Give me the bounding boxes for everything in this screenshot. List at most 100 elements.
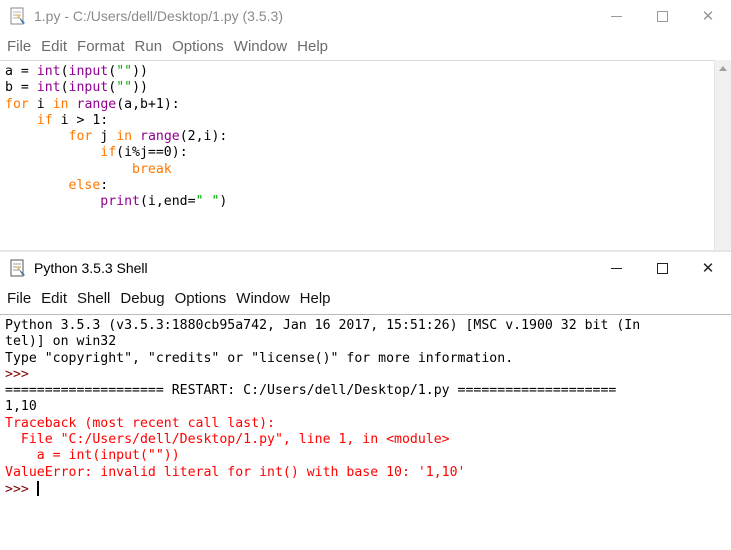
code-token: (2,i): [179,129,228,145]
shell-token: tel)] on win32 [5,334,117,350]
text-cursor [36,480,39,496]
shell-maximize-button[interactable] [639,252,685,284]
code-token: int [36,64,61,79]
python-shell-icon [8,258,28,278]
editor-menu-run[interactable]: Run [130,38,168,55]
shell-menu-window[interactable]: Window [231,290,294,307]
close-icon: ✕ [701,6,715,25]
editor-menu-file[interactable]: File [2,38,36,55]
shell-window: Python 3.5.3 Shell ✕ File Edit Shell Deb… [0,252,731,550]
code-token: in [116,129,133,145]
code-token: "" [116,80,133,96]
code-line: print(i,end=" ") [5,194,227,210]
editor-titlebar[interactable]: 1.py - C:/Users/dell/Desktop/1.py (3.5.3… [0,0,731,32]
code-line: b = int(input("")) [5,80,227,96]
code-token: (i,end= [139,194,196,210]
code-token: ) [219,194,228,210]
code-token: break [132,161,172,177]
shell-menu-debug[interactable]: Debug [115,290,169,307]
code-line: for j in range(2,i): [5,129,228,145]
code-token: ( [60,64,69,79]
code-line: if i > 1: [5,113,227,129]
shell-menu-shell[interactable]: Shell [72,290,115,307]
shell-line: 1,10 [5,399,640,415]
editor-minimize-button[interactable] [593,0,639,32]
code-token: if [100,145,117,161]
shell-line: tel)] on win32 [5,334,640,350]
shell-menu-file[interactable]: File [2,290,36,307]
code-token: : [100,178,109,194]
code-token: )) [132,64,148,79]
shell-line: File "C:/Users/dell/Desktop/1.py", line … [5,432,640,448]
code-token: (a,b+1): [116,96,180,112]
code-token: (i%j==0): [116,145,188,161]
code-token: " " [195,194,220,210]
shell-titlebar[interactable]: Python 3.5.3 Shell ✕ [0,252,731,284]
code-token: input [68,64,109,79]
shell-line: ValueError: invalid literal for int() wi… [5,465,640,481]
editor-maximize-button[interactable] [639,0,685,32]
shell-token: >>> [5,366,37,382]
shell-text-area[interactable]: Python 3.5.3 (v3.5.3:1880cb95a742, Jan 1… [0,314,731,550]
code-token: print [100,194,140,210]
editor-vertical-scrollbar[interactable] [714,60,731,250]
code-token: "" [116,64,133,79]
maximize-icon [656,262,668,274]
code-line: a = int(input("")) [5,64,227,80]
close-icon: ✕ [701,258,715,277]
editor-text-area[interactable]: a = int(input("")) b = int(input("")) for … [0,60,731,250]
editor-code[interactable]: a = int(input("")) b = int(input("")) for … [5,64,227,211]
minimize-icon [610,15,622,17]
code-token: i [28,96,53,112]
code-token: range [140,129,180,145]
editor-menu-help[interactable]: Help [292,38,333,55]
shell-line: Type "copyright", "credits" or "license(… [5,351,640,367]
editor-menu-window[interactable]: Window [229,38,292,55]
editor-menu-options[interactable]: Options [167,38,229,55]
shell-line: >>> [5,367,640,383]
code-token: for [5,96,29,112]
code-line: for i in range(a,b+1): [5,97,227,113]
shell-token: Python 3.5.3 (v3.5.3:1880cb95a742, Jan 1… [5,318,641,333]
shell-minimize-button[interactable] [593,252,639,284]
editor-window: 1.py - C:/Users/dell/Desktop/1.py (3.5.3… [0,0,731,250]
shell-title: Python 3.5.3 Shell [34,260,148,276]
shell-close-button[interactable]: ✕ [685,252,731,284]
code-token: input [68,80,109,96]
shell-menu-edit[interactable]: Edit [36,290,72,307]
code-token: ( [108,80,117,96]
code-token: else [68,178,101,194]
code-token: b = [5,80,37,96]
editor-close-button[interactable]: ✕ [685,0,731,32]
code-token: if [36,112,53,128]
shell-output[interactable]: Python 3.5.3 (v3.5.3:1880cb95a742, Jan 1… [5,318,640,498]
shell-menu-help[interactable]: Help [295,290,336,307]
code-token: ( [108,64,117,79]
code-token: j [92,129,117,145]
scroll-up-arrow-icon[interactable] [719,66,727,71]
code-line: if(i%j==0): [5,145,227,161]
shell-menubar: File Edit Shell Debug Options Window Hel… [0,284,731,312]
shell-line: >>> [5,480,640,498]
code-token: )) [132,80,148,96]
shell-token: 1,10 [5,399,37,415]
shell-token: Type "copyright", "credits" or "license(… [5,350,514,366]
shell-token: ValueError: invalid literal for int() wi… [5,464,466,480]
editor-menu-format[interactable]: Format [72,38,130,55]
code-token: int [36,80,61,96]
shell-token: File "C:/Users/dell/Desktop/1.py", line … [5,432,450,448]
code-token: for [68,129,93,145]
code-token: ( [60,80,69,96]
shell-token: Traceback (most recent call last): [5,415,275,431]
code-token: in [52,96,69,112]
shell-menu-options[interactable]: Options [170,290,232,307]
editor-title: 1.py - C:/Users/dell/Desktop/1.py (3.5.3… [34,8,283,24]
editor-menu-edit[interactable]: Edit [36,38,72,55]
